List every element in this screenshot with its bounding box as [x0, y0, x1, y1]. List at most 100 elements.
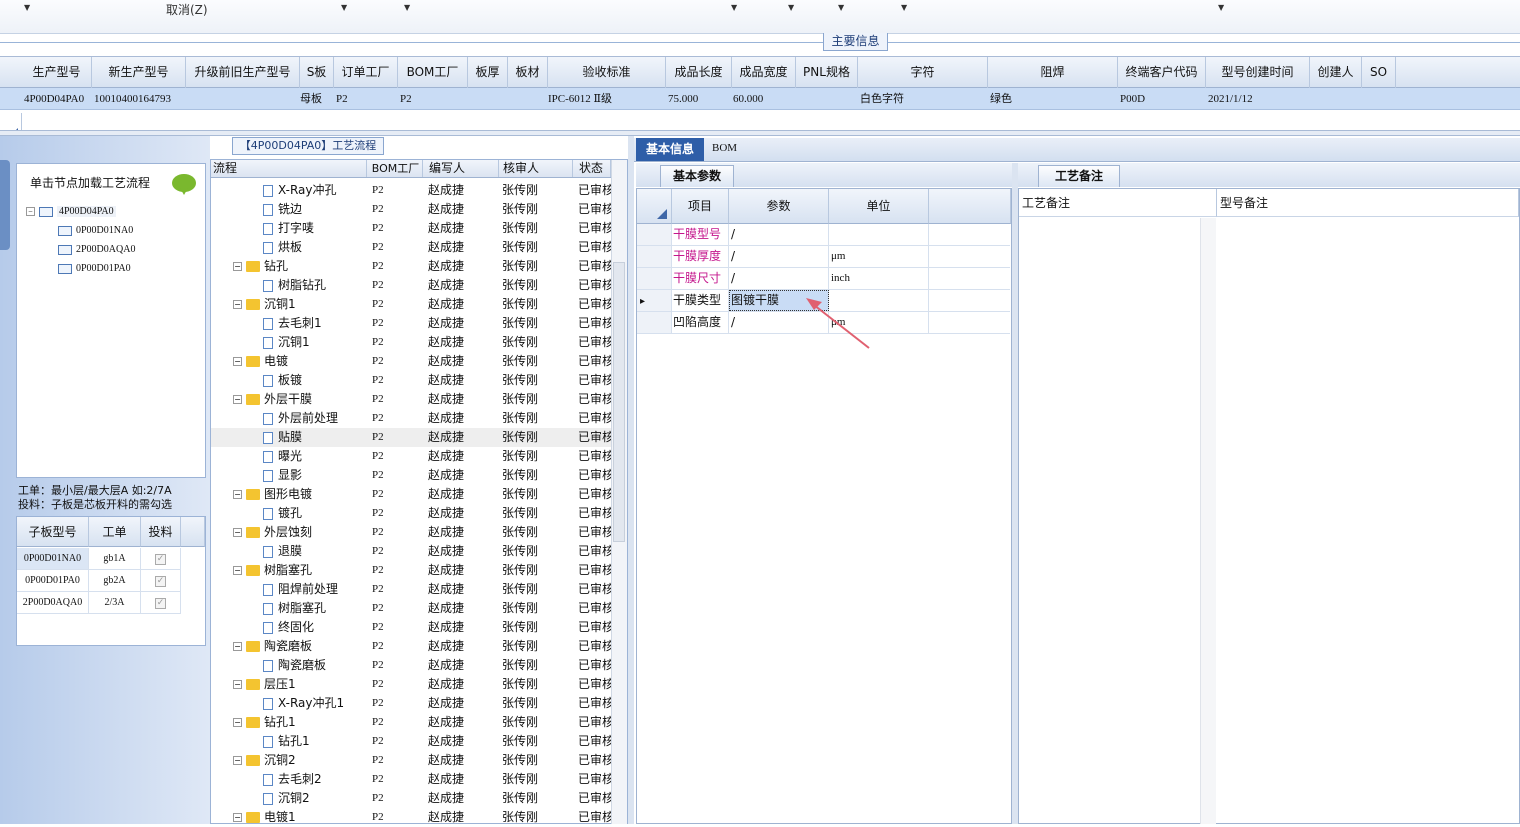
collapse-icon[interactable]: − — [26, 207, 35, 217]
dropdown-arrow-icon[interactable]: ▼ — [788, 3, 794, 12]
tree-node[interactable]: 0P00D01PA0 — [58, 263, 131, 274]
process-row[interactable]: 贴膜 P2 赵成捷 张传刚 已审核 — [211, 428, 611, 447]
col-header[interactable]: 流程 — [213, 160, 367, 177]
sub-cell-feed[interactable]: ✓ — [141, 548, 181, 570]
col-header[interactable]: 子板型号 — [17, 517, 89, 547]
col-header[interactable]: 字符 — [858, 57, 988, 88]
process-row[interactable]: 终固化 P2 赵成捷 张传刚 已审核 — [211, 618, 611, 637]
collapse-icon[interactable]: − — [233, 756, 242, 765]
dropdown-arrow-icon[interactable]: ▼ — [24, 3, 30, 12]
process-row[interactable]: − 图形电镀 P2 赵成捷 张传刚 已审核 — [211, 485, 611, 504]
process-row[interactable]: − 外层干膜 P2 赵成捷 张传刚 已审核 — [211, 390, 611, 409]
col-header[interactable]: 单位 — [829, 189, 929, 224]
sub-cell-model[interactable]: 0P00D01NA0 — [17, 548, 89, 570]
process-row[interactable]: 显影 P2 赵成捷 张传刚 已审核 — [211, 466, 611, 485]
tab-bom[interactable]: BOM — [712, 142, 737, 154]
dropdown-arrow-icon[interactable]: ▼ — [901, 3, 907, 12]
col-header[interactable]: 板厚 — [468, 57, 508, 88]
col-header[interactable]: 订单工厂 — [334, 57, 398, 88]
process-row[interactable]: 退膜 P2 赵成捷 张传刚 已审核 — [211, 542, 611, 561]
process-row[interactable]: 板镀 P2 赵成捷 张传刚 已审核 — [211, 371, 611, 390]
process-row[interactable]: 钻孔1 P2 赵成捷 张传刚 已审核 — [211, 732, 611, 751]
collapse-icon[interactable]: − — [233, 718, 242, 727]
process-row[interactable]: 阻焊前处理 P2 赵成捷 张传刚 已审核 — [211, 580, 611, 599]
sub-cell-order[interactable]: gb2A — [89, 570, 141, 592]
process-row[interactable]: X-Ray冲孔 P2 赵成捷 张传刚 已审核 — [211, 181, 611, 200]
collapse-icon[interactable]: − — [233, 395, 242, 404]
checkbox-checked-icon[interactable]: ✓ — [155, 554, 166, 565]
tab-basic-params[interactable]: 基本参数 — [660, 165, 734, 187]
process-row[interactable]: 树脂钻孔 P2 赵成捷 张传刚 已审核 — [211, 276, 611, 295]
collapse-icon[interactable]: − — [233, 813, 242, 822]
sub-cell-feed[interactable]: ✓ — [141, 570, 181, 592]
scrollbar-thumb[interactable] — [613, 262, 625, 542]
col-header[interactable]: 投料 — [141, 517, 181, 547]
process-row[interactable]: − 钻孔 P2 赵成捷 张传刚 已审核 — [211, 257, 611, 276]
collapse-icon[interactable]: − — [233, 262, 242, 271]
process-row[interactable]: 树脂塞孔 P2 赵成捷 张传刚 已审核 — [211, 599, 611, 618]
col-header[interactable]: 升级前旧生产型号 — [186, 57, 300, 88]
col-header[interactable]: BOM工厂 — [369, 160, 423, 177]
process-row[interactable]: − 外层蚀刻 P2 赵成捷 张传刚 已审核 — [211, 523, 611, 542]
collapse-icon[interactable]: − — [233, 357, 242, 366]
process-row[interactable]: − 沉铜1 P2 赵成捷 张传刚 已审核 — [211, 295, 611, 314]
col-header[interactable]: 项目 — [672, 189, 729, 224]
side-tab[interactable] — [0, 160, 10, 250]
col-header[interactable]: 型号备注 — [1217, 189, 1519, 217]
process-row[interactable]: 烘板 P2 赵成捷 张传刚 已审核 — [211, 238, 611, 257]
col-header[interactable]: 创建人 — [1310, 57, 1362, 88]
col-header[interactable]: S板 — [300, 57, 334, 88]
tree-node[interactable]: 0P00D01NA0 — [58, 225, 133, 236]
col-header[interactable]: 板材 — [508, 57, 548, 88]
dropdown-arrow-icon[interactable]: ▼ — [404, 3, 410, 12]
tree-node[interactable]: 2P00D0AQA0 — [58, 244, 135, 255]
dropdown-arrow-icon[interactable]: ▼ — [731, 3, 737, 12]
sub-cell-feed[interactable]: ✓ — [141, 592, 181, 614]
param-row[interactable]: 干膜型号 / — [637, 224, 1010, 246]
process-row[interactable]: − 沉铜2 P2 赵成捷 张传刚 已审核 — [211, 751, 611, 770]
col-header[interactable]: 成品长度 — [666, 57, 732, 88]
col-header[interactable]: 成品宽度 — [732, 57, 796, 88]
col-header[interactable]: 型号创建时间 — [1206, 57, 1310, 88]
process-row[interactable]: − 陶瓷磨板 P2 赵成捷 张传刚 已审核 — [211, 637, 611, 656]
checkbox-checked-icon[interactable]: ✓ — [155, 576, 166, 587]
param-row[interactable]: 干膜厚度 / μm — [637, 246, 1010, 268]
horizontal-splitter[interactable] — [0, 130, 1520, 136]
collapse-icon[interactable]: − — [233, 642, 242, 651]
col-header[interactable]: 编写人 — [425, 160, 499, 177]
main-info-title[interactable]: 主要信息 — [823, 33, 888, 51]
col-header[interactable]: BOM工厂 — [398, 57, 468, 88]
dropdown-arrow-icon[interactable]: ▼ — [838, 3, 844, 12]
process-row[interactable]: 陶瓷磨板 P2 赵成捷 张传刚 已审核 — [211, 656, 611, 675]
col-header[interactable]: 核审人 — [499, 160, 573, 177]
table-row[interactable]: 4P00D04PA0 10010400164793 母板 P2 P2 IPC-6… — [0, 88, 1520, 110]
process-row[interactable]: X-Ray冲孔1 P2 赵成捷 张传刚 已审核 — [211, 694, 611, 713]
col-header[interactable]: 工艺备注 — [1019, 189, 1217, 217]
process-row[interactable]: − 钻孔1 P2 赵成捷 张传刚 已审核 — [211, 713, 611, 732]
process-panel-title[interactable]: 【4P00D04PA0】工艺流程 — [232, 137, 384, 155]
param-value-cell[interactable]: / — [729, 224, 829, 245]
sub-cell-order[interactable]: 2/3A — [89, 592, 141, 614]
collapse-icon[interactable]: − — [233, 300, 242, 309]
dropdown-arrow-icon[interactable]: ▼ — [1218, 3, 1224, 12]
tab-process-notes[interactable]: 工艺备注 — [1038, 165, 1120, 187]
tree-root-node[interactable]: − 4P00D04PA0 — [26, 206, 116, 217]
sub-cell-model[interactable]: 0P00D01PA0 — [17, 570, 89, 592]
col-header[interactable]: 状态 — [573, 160, 611, 177]
col-header[interactable]: 工单 — [89, 517, 141, 547]
sub-cell-model[interactable]: 2P00D0AQA0 — [17, 592, 89, 614]
sub-cell-order[interactable]: gb1A — [89, 548, 141, 570]
process-row[interactable]: 打字唛 P2 赵成捷 张传刚 已审核 — [211, 219, 611, 238]
process-row[interactable]: − 电镀 P2 赵成捷 张传刚 已审核 — [211, 352, 611, 371]
col-header[interactable]: 参数 — [729, 189, 829, 224]
process-row[interactable]: − 层压1 P2 赵成捷 张传刚 已审核 — [211, 675, 611, 694]
process-row[interactable]: 去毛刺2 P2 赵成捷 张传刚 已审核 — [211, 770, 611, 789]
checkbox-checked-icon[interactable]: ✓ — [155, 598, 166, 609]
collapse-icon[interactable]: − — [233, 528, 242, 537]
col-header[interactable]: PNL规格 — [796, 57, 858, 88]
process-row[interactable]: 外层前处理 P2 赵成捷 张传刚 已审核 — [211, 409, 611, 428]
vertical-splitter[interactable] — [628, 136, 634, 824]
process-row[interactable]: 沉铜2 P2 赵成捷 张传刚 已审核 — [211, 789, 611, 808]
process-row[interactable]: 曝光 P2 赵成捷 张传刚 已审核 — [211, 447, 611, 466]
collapse-icon[interactable]: − — [233, 490, 242, 499]
